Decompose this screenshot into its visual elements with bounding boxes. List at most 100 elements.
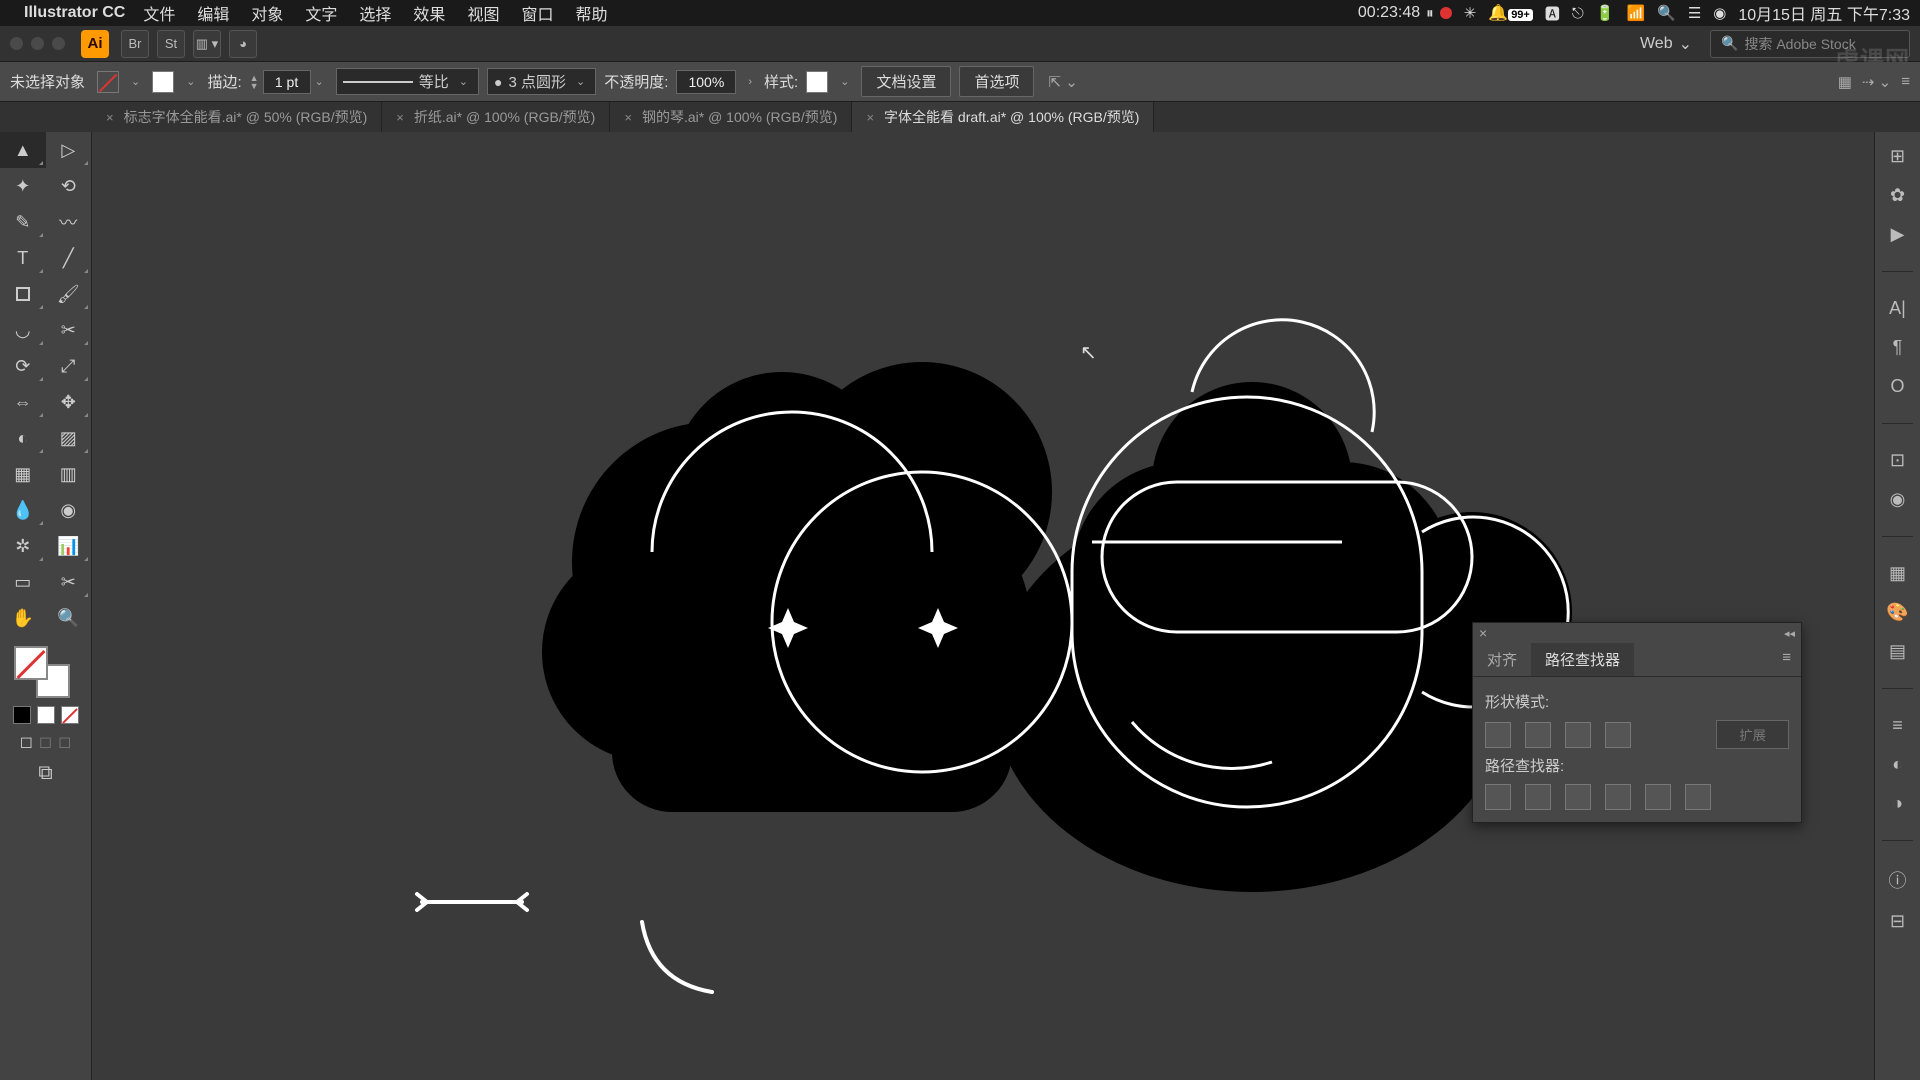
trim-button[interactable] xyxy=(1525,784,1551,810)
hand-tool[interactable]: ✋ xyxy=(0,600,46,636)
rectangle-tool[interactable] xyxy=(0,276,46,312)
minus-front-button[interactable] xyxy=(1525,722,1551,748)
artboard-tool[interactable]: ▭ xyxy=(0,564,46,600)
paragraph-panel-icon[interactable]: ¶ xyxy=(1893,337,1903,358)
fill-swatch[interactable] xyxy=(97,71,119,93)
stock-icon[interactable]: St xyxy=(157,30,185,58)
draw-inside-icon[interactable]: ◻ xyxy=(58,732,71,752)
stroke-weight-dropdown[interactable]: ⌄ xyxy=(311,75,328,88)
lasso-tool[interactable]: ⟲ xyxy=(46,168,92,204)
pen-tool[interactable]: ✎ xyxy=(0,204,46,240)
pause-icon[interactable]: ⏸ xyxy=(1426,5,1434,22)
gradient-mode-icon[interactable] xyxy=(37,706,55,724)
wechat-icon[interactable]: ✳ xyxy=(1464,4,1477,22)
magic-wand-tool[interactable]: ✦ xyxy=(0,168,46,204)
slice-tool[interactable]: ✂ xyxy=(46,564,92,600)
menu-select[interactable]: 选择 xyxy=(359,1,391,25)
exclude-button[interactable] xyxy=(1605,722,1631,748)
graphic-style-swatch[interactable] xyxy=(806,71,828,93)
transform-panel-icon[interactable]: ▦ xyxy=(1838,73,1852,91)
fill-stroke-control[interactable] xyxy=(0,642,91,702)
eyedropper-tool[interactable]: 💧 xyxy=(0,492,46,528)
minus-back-button[interactable] xyxy=(1685,784,1711,810)
document-tab[interactable]: ×标志字体全能看.ai* @ 50% (RGB/预览) xyxy=(92,102,382,132)
variable-width-profile[interactable]: 等比 ⌄ xyxy=(336,68,479,95)
blend-tool[interactable]: ◉ xyxy=(46,492,92,528)
stroke-swatch[interactable] xyxy=(152,71,174,93)
preferences-button[interactable]: 首选项 xyxy=(959,66,1034,97)
line-segment-tool[interactable]: ╱ xyxy=(46,240,92,276)
stroke-dropdown[interactable]: ⌄ xyxy=(182,75,199,88)
swatches-panel-icon[interactable]: ▦ xyxy=(1889,563,1906,584)
width-tool[interactable]: ⇔ xyxy=(0,384,46,420)
info-panel-icon[interactable]: ⓘ xyxy=(1889,867,1907,893)
curvature-tool[interactable]: 〰 xyxy=(46,204,92,240)
free-transform-tool[interactable]: ✥ xyxy=(46,384,92,420)
menu-file[interactable]: 文件 xyxy=(143,1,175,25)
document-tab[interactable]: ×字体全能看 draft.ai* @ 100% (RGB/预览) xyxy=(852,102,1154,132)
clock[interactable]: 10月15日 周五 下午7:33 xyxy=(1738,1,1910,25)
shape-builder-tool[interactable]: ◐ xyxy=(0,420,46,456)
pathfinder-tab[interactable]: 路径查找器 xyxy=(1531,643,1634,676)
workspace-switcher[interactable]: Web ⌄ xyxy=(1632,32,1700,56)
unite-button[interactable] xyxy=(1485,722,1511,748)
outline-button[interactable] xyxy=(1645,784,1671,810)
notification-bell[interactable]: 🔔99+ xyxy=(1488,3,1533,23)
screen-mode-icon[interactable]: ⧉ xyxy=(38,762,52,785)
transform-panel-icon[interactable]: ⊡ xyxy=(1890,450,1905,471)
menu-view[interactable]: 视图 xyxy=(467,1,499,25)
expand-button[interactable]: 扩展 xyxy=(1716,720,1789,749)
pathfinder-panel[interactable]: × ◂◂ 对齐 路径查找器 ≡ 形状模式: 扩展 路径查找器: xyxy=(1472,622,1802,823)
menu-type[interactable]: 文字 xyxy=(305,1,337,25)
mesh-tool[interactable]: ▦ xyxy=(0,456,46,492)
type-tool[interactable]: T xyxy=(0,240,46,276)
divide-button[interactable] xyxy=(1485,784,1511,810)
close-tab-icon[interactable]: × xyxy=(624,110,632,125)
canvas[interactable]: ↖ × ◂◂ 对齐 路径查找器 ≡ 形状模式: 扩展 路径查找器: xyxy=(92,132,1874,1080)
menu-edit[interactable]: 编辑 xyxy=(197,1,229,25)
align-anchor-icon[interactable]: ⇱ ⌄ xyxy=(1048,73,1077,91)
document-tab[interactable]: ×钢的琴.ai* @ 100% (RGB/预览) xyxy=(610,102,852,132)
adobe-stock-search[interactable]: 🔍 搜索 Adobe Stock xyxy=(1710,30,1910,58)
menu-effect[interactable]: 效果 xyxy=(413,1,445,25)
arrange-documents-icon[interactable]: ▥ ▾ xyxy=(193,30,221,58)
wifi-icon[interactable]: 📶 xyxy=(1626,4,1645,22)
css-panel-icon[interactable]: ✿ xyxy=(1890,185,1905,206)
panel-menu-icon[interactable]: ≡ xyxy=(1901,73,1910,90)
siri-icon[interactable]: ◉ xyxy=(1713,4,1726,22)
opentype-panel-icon[interactable]: O xyxy=(1890,376,1904,397)
intersect-button[interactable] xyxy=(1565,722,1591,748)
fill-dropdown[interactable]: ⌄ xyxy=(127,75,144,88)
align-panel-icon[interactable]: ⇢ ⌄ xyxy=(1862,73,1891,91)
rotate-tool[interactable]: ⟳ xyxy=(0,348,46,384)
merge-button[interactable] xyxy=(1565,784,1591,810)
bridge-icon[interactable]: Br xyxy=(121,30,149,58)
shaper-tool[interactable]: ◡ xyxy=(0,312,46,348)
menu-window[interactable]: 窗口 xyxy=(521,1,553,25)
pathfinder-panel-icon[interactable]: ⊟ xyxy=(1890,911,1905,932)
color-panel-icon[interactable]: 🎨 xyxy=(1886,602,1908,623)
brush-definition[interactable]: ● 3 点圆形 ⌄ xyxy=(487,68,596,95)
transparency-panel-icon[interactable]: ◐ xyxy=(1892,754,1903,775)
record-icon[interactable] xyxy=(1440,7,1452,19)
actions-panel-icon[interactable]: ▶ xyxy=(1891,224,1905,245)
zoom-tool[interactable]: 🔍 xyxy=(46,600,92,636)
opacity-field[interactable] xyxy=(676,70,736,94)
collapse-panel-icon[interactable]: ◂◂ xyxy=(1784,627,1795,640)
color-mode-icon[interactable] xyxy=(13,706,31,724)
properties-panel-icon[interactable]: ⊞ xyxy=(1890,146,1905,167)
paintbrush-tool[interactable]: 🖌 xyxy=(46,276,92,312)
eraser-tool[interactable]: ✂ xyxy=(46,312,92,348)
stroke-panel-icon[interactable]: ≡ xyxy=(1892,715,1903,736)
close-panel-icon[interactable]: × xyxy=(1479,625,1487,641)
panel-menu-icon[interactable]: ≡ xyxy=(1772,643,1801,676)
screen-timer[interactable]: 00:23:48 ⏸ xyxy=(1358,4,1452,22)
style-dropdown[interactable]: ⌄ xyxy=(836,75,853,88)
selection-tool[interactable]: ▲ xyxy=(0,132,46,168)
menu-help[interactable]: 帮助 xyxy=(575,1,607,25)
direct-selection-tool[interactable]: ▷ xyxy=(46,132,92,168)
fill-color[interactable] xyxy=(14,646,48,680)
character-panel-icon[interactable]: A| xyxy=(1889,298,1906,319)
none-mode-icon[interactable] xyxy=(61,706,79,724)
close-tab-icon[interactable]: × xyxy=(396,110,404,125)
